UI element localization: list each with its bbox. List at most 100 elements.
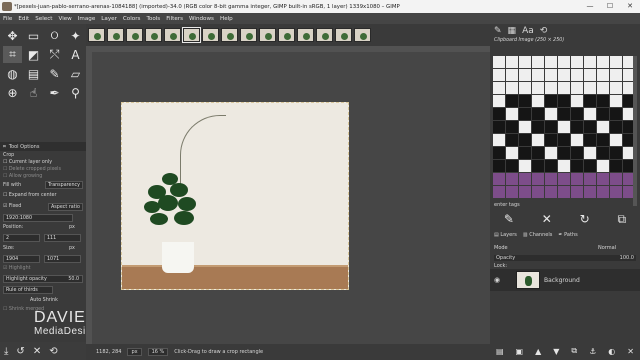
image-tab[interactable] [202, 28, 219, 42]
lower-layer-icon[interactable]: ▼ [553, 347, 559, 356]
image-tab[interactable] [107, 28, 124, 42]
menu-colors[interactable]: Colors [120, 16, 144, 22]
gradient-icon[interactable]: ▤ [24, 65, 43, 82]
brush-preset[interactable] [506, 186, 518, 198]
menu-windows[interactable]: Windows [186, 16, 217, 22]
edit-brush-icon[interactable]: ✎ [504, 212, 514, 226]
menu-layer[interactable]: Layer [98, 16, 120, 22]
delete-brush-icon[interactable]: ✕ [542, 212, 552, 226]
expand-from-center-checkbox[interactable]: ☐ Expand from center [3, 193, 56, 198]
layer-name[interactable]: Background [544, 277, 580, 284]
position-y-input[interactable]: 111 [44, 234, 81, 242]
brush-preset[interactable] [571, 147, 583, 159]
fill-with-select[interactable]: Transparency [45, 181, 83, 189]
patterns-tab-icon[interactable]: ▦ [508, 26, 517, 36]
brush-preset[interactable] [610, 160, 622, 172]
brush-preset[interactable] [493, 56, 505, 68]
raise-layer-icon[interactable]: ▲ [535, 347, 541, 356]
eraser-icon[interactable]: ▱ [66, 65, 85, 82]
unit-select[interactable]: px [127, 348, 142, 356]
brush-preset[interactable] [493, 134, 505, 146]
visibility-eye-icon[interactable]: ◉ [494, 276, 500, 284]
brush-preset[interactable] [493, 69, 505, 81]
brush-preset[interactable] [584, 121, 596, 133]
brush-preset[interactable] [571, 121, 583, 133]
refresh-brushes-icon[interactable]: ↻ [580, 212, 590, 226]
brush-preset[interactable] [584, 134, 596, 146]
brush-preset[interactable] [597, 82, 609, 94]
size-w-input[interactable]: 1904 [3, 255, 40, 263]
smudge-icon[interactable]: ☝ [24, 84, 43, 101]
brush-preset[interactable] [532, 56, 544, 68]
brush-preset[interactable] [519, 56, 531, 68]
brush-preset[interactable] [545, 147, 557, 159]
brush-preset[interactable] [493, 186, 505, 198]
brush-preset[interactable] [493, 82, 505, 94]
brush-preset[interactable] [493, 121, 505, 133]
highlight-opacity-slider[interactable]: Highlight opacity 50.0 [3, 275, 83, 283]
bucket-fill-icon[interactable]: ◍ [3, 65, 22, 82]
brush-preset[interactable] [506, 173, 518, 185]
brush-preset[interactable] [519, 108, 531, 120]
clone-icon[interactable]: ⊕ [3, 84, 22, 101]
brush-preset[interactable] [571, 69, 583, 81]
allow-growing-checkbox[interactable]: ☐ Allow growing [3, 174, 42, 179]
fixed-checkbox[interactable]: ☑ Fixed [3, 204, 21, 209]
brush-preset[interactable] [545, 186, 557, 198]
brush-preset[interactable] [597, 147, 609, 159]
brush-preset[interactable] [571, 95, 583, 107]
brush-preset[interactable] [532, 160, 544, 172]
open-brush-icon[interactable]: ⧉ [617, 212, 626, 227]
aspect-ratio-input[interactable]: 1920:1080 [3, 214, 73, 222]
brush-preset[interactable] [545, 95, 557, 107]
brush-preset[interactable] [545, 160, 557, 172]
brush-preset[interactable] [558, 69, 570, 81]
brush-preset[interactable] [597, 56, 609, 68]
brush-preset[interactable] [532, 69, 544, 81]
menu-view[interactable]: View [55, 16, 74, 22]
menu-help[interactable]: Help [217, 16, 236, 22]
highlight-checkbox[interactable]: ☑ Highlight [3, 266, 30, 271]
tag-filter[interactable]: enter tags [494, 202, 520, 208]
brush-preset[interactable] [597, 69, 609, 81]
menu-edit[interactable]: Edit [15, 16, 32, 22]
delete-layer-icon[interactable]: ✕ [627, 347, 634, 356]
maximize-button[interactable]: ☐ [600, 0, 620, 13]
restore-options-icon[interactable]: ↺ [16, 346, 24, 357]
brush-preset[interactable] [610, 108, 622, 120]
move-tool-icon[interactable]: ✥ [3, 27, 22, 44]
brush-preset[interactable] [558, 108, 570, 120]
tab-paths[interactable]: ✒ Paths [558, 232, 577, 238]
delete-cropped-checkbox[interactable]: ☐ Delete cropped pixels [3, 167, 61, 172]
image-tab[interactable] [335, 28, 352, 42]
history-tab-icon[interactable]: ⟲ [540, 26, 548, 36]
position-unit[interactable]: px [69, 225, 75, 230]
vertical-ruler[interactable] [86, 52, 92, 344]
brush-preset[interactable] [610, 82, 622, 94]
position-x-input[interactable]: 2 [3, 234, 40, 242]
brush-preset[interactable] [519, 147, 531, 159]
brush-preset[interactable] [584, 173, 596, 185]
menu-select[interactable]: Select [32, 16, 55, 22]
size-h-input[interactable]: 1071 [44, 255, 81, 263]
brush-preset[interactable] [545, 108, 557, 120]
brush-preset[interactable] [545, 69, 557, 81]
close-button[interactable]: ✕ [620, 0, 640, 13]
paintbrush-icon[interactable]: ✎ [45, 65, 64, 82]
brush-preset[interactable] [493, 173, 505, 185]
brush-preset[interactable] [506, 82, 518, 94]
opacity-slider[interactable]: Opacity 100.0 [494, 255, 636, 261]
brush-preset[interactable] [532, 95, 544, 107]
image-tab[interactable] [316, 28, 333, 42]
brush-preset[interactable] [597, 121, 609, 133]
mask-layer-icon[interactable]: ◐ [608, 347, 615, 356]
brush-preset[interactable] [532, 121, 544, 133]
image-tab[interactable] [259, 28, 276, 42]
layer-row[interactable]: ◉ Background [490, 269, 640, 291]
current-layer-only-checkbox[interactable]: ☐ Current layer only [3, 160, 52, 165]
brush-preset[interactable] [610, 147, 622, 159]
brush-preset[interactable] [558, 82, 570, 94]
brush-preset[interactable] [532, 173, 544, 185]
horizontal-ruler[interactable] [86, 46, 490, 52]
brush-preset[interactable] [519, 160, 531, 172]
